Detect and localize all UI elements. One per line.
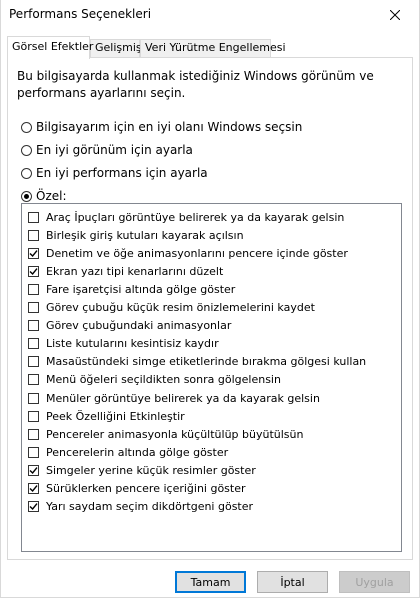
tab-label: Veri Yürütme Engellemesi	[145, 41, 286, 54]
radio-button-selected[interactable]	[21, 190, 32, 202]
effect-option[interactable]: Simgeler yerine küçük resimler göster	[28, 461, 256, 479]
radio-button[interactable]	[21, 144, 32, 156]
radio-label: En iyi görünüm için ayarla	[36, 143, 193, 157]
checkbox-checked[interactable]	[28, 265, 39, 277]
title-bar[interactable]: Performans Seçenekleri	[1, 0, 419, 30]
check-mark-icon	[29, 485, 38, 493]
radio-custom[interactable]: Özel:	[21, 188, 67, 204]
tab-data-execution-prevention[interactable]: Veri Yürütme Engellemesi	[140, 39, 286, 57]
effect-option[interactable]: Pencerelerin altında gölge göster	[28, 443, 228, 461]
effect-option-label: Pencerelerin altında gölge göster	[46, 445, 229, 459]
window-title: Performans Seçenekleri	[9, 7, 152, 21]
ok-button[interactable]: Tamam	[175, 571, 246, 593]
effect-option-label: Fare işaretçisi altında gölge göster	[46, 282, 236, 296]
checkbox[interactable]	[28, 338, 39, 350]
effect-option-label: Menüler görüntüye belirerek ya da kayara…	[46, 391, 320, 405]
effect-option[interactable]: Liste kutularını kesintisiz kaydır	[28, 335, 219, 353]
description-text: Bu bilgisayarda kullanmak istediğiniz Wi…	[17, 69, 374, 100]
effect-option-label: Ekran yazı tipi kenarlarını düzelt	[46, 264, 224, 278]
effect-option-label: Sürüklerken pencere içeriğini göster	[46, 482, 246, 495]
check-mark-icon	[29, 267, 38, 275]
checkbox-checked[interactable]	[28, 247, 39, 259]
checkbox-checked[interactable]	[28, 483, 39, 494]
radio-dot	[24, 193, 29, 199]
effect-option-label: Simgeler yerine küçük resimler göster	[46, 463, 256, 477]
effect-option[interactable]: Görev çubuğundaki animasyonlar	[28, 317, 231, 335]
radio-best-appearance[interactable]: En iyi görünüm için ayarla	[21, 142, 193, 158]
effect-option[interactable]: Masaüstündeki simge etiketlerinde bırakm…	[28, 353, 366, 371]
tab-label: Gelişmiş	[95, 41, 142, 54]
effect-option-label: Görev çubuğundaki animasyonlar	[46, 319, 232, 333]
effect-option-label: Pencereler animasyonla küçültülüp büyütü…	[46, 427, 304, 441]
checkbox[interactable]	[28, 410, 39, 422]
effect-option[interactable]: Araç İpuçları görüntüye belirerek ya da …	[28, 208, 344, 226]
tab-visual-effects[interactable]: Görsel Efektler	[7, 36, 94, 59]
effect-option[interactable]: Ekran yazı tipi kenarlarını düzelt	[28, 262, 223, 280]
effect-option-label: Peek Özelliğini Etkinleştir	[46, 409, 185, 423]
effect-option[interactable]: Peek Özelliğini Etkinleştir	[28, 407, 185, 425]
effect-option[interactable]: Yarı saydam seçim dikdörtgeni göster	[28, 498, 253, 516]
effect-option-label: Masaüstündeki simge etiketlerinde bırakm…	[46, 355, 367, 369]
checkbox[interactable]	[28, 229, 39, 241]
effect-option[interactable]: Denetim ve öğe animasyonlarını pencere i…	[28, 244, 348, 262]
checkbox[interactable]	[28, 302, 39, 313]
radio-let-windows-choose[interactable]: Bilgisayarım için en iyi olanı Windows s…	[21, 119, 302, 135]
checkbox[interactable]	[28, 356, 39, 368]
check-mark-icon	[29, 249, 38, 257]
check-mark-icon	[29, 467, 38, 474]
effect-option[interactable]: Görev çubuğu küçük resim önizlemelerini …	[28, 299, 315, 317]
checkbox-checked[interactable]	[28, 501, 39, 513]
tab-label: Görsel Efektler	[12, 40, 94, 53]
effect-option-label: Liste kutularını kesintisiz kaydır	[46, 337, 219, 351]
effect-option-label: Görev çubuğu küçük resim önizlemelerini …	[46, 301, 315, 314]
performance-options-dialog: Performans Seçenekleri Görsel Efektler G…	[0, 0, 420, 598]
checkbox[interactable]	[28, 446, 39, 458]
radio-best-performance[interactable]: En iyi performans için ayarla	[21, 165, 208, 181]
close-icon	[390, 10, 400, 20]
effect-option-label: Denetim ve öğe animasyonlarını pencere i…	[46, 246, 348, 260]
effect-option-label: Menü öğeleri seçildikten sonra gölgelens…	[46, 373, 281, 387]
effect-option-label: Birleşik giriş kutuları kayarak açılsın	[46, 228, 244, 242]
effect-option-label: Yarı saydam seçim dikdörtgeni göster	[46, 500, 254, 514]
radio-button[interactable]	[21, 121, 32, 133]
effect-option[interactable]: Pencereler animasyonla küçültülüp büyütü…	[28, 425, 303, 443]
close-button[interactable]	[372, 0, 418, 30]
radio-label: En iyi performans için ayarla	[36, 166, 208, 180]
checkbox-checked[interactable]	[28, 464, 39, 476]
radio-label: Özel:	[36, 189, 67, 203]
radio-button[interactable]	[21, 167, 32, 179]
effect-option[interactable]: Fare işaretçisi altında gölge göster	[28, 280, 235, 298]
tab-advanced[interactable]: Gelişmiş	[90, 39, 142, 57]
cancel-button[interactable]: İptal	[257, 571, 328, 593]
effect-option[interactable]: Menüler görüntüye belirerek ya da kayara…	[28, 389, 320, 407]
radio-label: Bilgisayarım için en iyi olanı Windows s…	[36, 120, 303, 134]
checkbox[interactable]	[28, 392, 39, 404]
effect-option-label: Araç İpuçları görüntüye belirerek ya da …	[46, 210, 345, 224]
checkbox[interactable]	[28, 320, 39, 332]
checkbox[interactable]	[28, 283, 39, 295]
effect-option[interactable]: Menü öğeleri seçildikten sonra gölgelens…	[28, 371, 281, 389]
checkbox[interactable]	[28, 374, 39, 386]
checkbox[interactable]	[28, 428, 39, 440]
effect-option[interactable]: Sürüklerken pencere içeriğini göster	[28, 480, 246, 498]
check-mark-icon	[29, 503, 38, 511]
effect-option[interactable]: Birleşik giriş kutuları kayarak açılsın	[28, 226, 244, 244]
visual-effects-list[interactable]: Araç İpuçları görüntüye belirerek ya da …	[21, 203, 402, 552]
tab-strip: Görsel Efektler Gelişmiş Veri Yürütme En…	[1, 36, 419, 59]
apply-button[interactable]: Uygula	[339, 571, 410, 593]
checkbox[interactable]	[28, 211, 39, 223]
